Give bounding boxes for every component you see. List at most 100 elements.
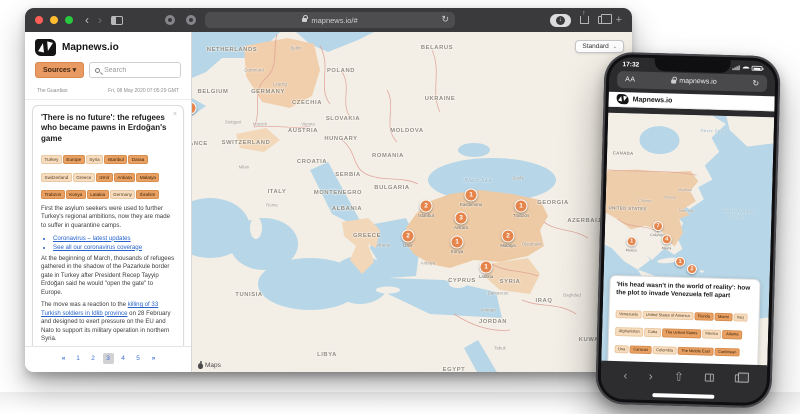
- news-marker[interactable]: 1: [515, 200, 528, 213]
- tag-chip[interactable]: Ankara: [114, 173, 136, 182]
- tag-chip[interactable]: The United States: [662, 329, 701, 338]
- pagination-first-button[interactable]: «: [58, 353, 69, 364]
- pagination-last-button[interactable]: »: [148, 353, 159, 364]
- page-button-5[interactable]: 5: [133, 353, 144, 364]
- news-marker[interactable]: 2: [420, 200, 433, 213]
- tag-chip[interactable]: Syria: [86, 155, 103, 164]
- country-label: NETHERLANDS: [207, 47, 257, 53]
- tag-chip[interactable]: Istanbul: [104, 155, 127, 164]
- tag-chip[interactable]: The Middle East: [677, 347, 713, 356]
- news-marker[interactable]: 4: [662, 234, 672, 244]
- page-button-3[interactable]: 3: [103, 353, 114, 364]
- map-attribution: Maps: [198, 362, 221, 369]
- tag-chip[interactable]: Switzerland: [41, 173, 72, 182]
- phone-article-title: 'His head wasn't in the world of reality…: [616, 281, 753, 301]
- forward-button[interactable]: ›: [649, 370, 653, 382]
- page-button-4[interactable]: 4: [118, 353, 129, 364]
- tabs-icon[interactable]: [735, 374, 744, 382]
- news-marker[interactable]: 2: [402, 230, 415, 243]
- city-label: Dortmund: [244, 68, 263, 73]
- tag-chip[interactable]: United States of America: [642, 310, 693, 320]
- sidebar-toggle-icon[interactable]: [111, 16, 123, 25]
- zoom-window-button[interactable]: [65, 16, 73, 24]
- phone-address-bar[interactable]: AA mapnews.io ↻: [617, 71, 767, 92]
- article-link[interactable]: See all our coronavirus coverage: [53, 244, 142, 251]
- phone-reload-icon[interactable]: ↻: [752, 79, 759, 88]
- city-label: Damascus: [488, 291, 509, 296]
- news-marker[interactable]: 1: [675, 257, 685, 267]
- tag-chip[interactable]: Ibrahim: [136, 190, 158, 199]
- tag-chip[interactable]: Colombia: [653, 346, 677, 355]
- share-icon[interactable]: ⇧: [674, 371, 684, 383]
- close-icon[interactable]: ×: [173, 111, 177, 118]
- country-label: MONTENEGRO: [314, 190, 362, 196]
- tag-chip[interactable]: Europe: [63, 155, 85, 164]
- extension-icon[interactable]: [186, 15, 196, 25]
- tag-chip[interactable]: Cuba: [644, 328, 661, 337]
- city-label: Stuttgart: [225, 120, 242, 125]
- tag-chip[interactable]: Afghanistan: [615, 327, 643, 336]
- tag-chip[interactable]: Mexico: [702, 330, 722, 339]
- news-marker[interactable]: 1: [451, 236, 464, 249]
- tag-chip[interactable]: Izmir: [96, 173, 113, 182]
- close-window-button[interactable]: [35, 16, 43, 24]
- signal-icon: [732, 65, 740, 70]
- bookmarks-icon[interactable]: [705, 374, 714, 382]
- tag-chip[interactable]: Greece: [73, 173, 95, 182]
- tag-chip[interactable]: Daraa: [128, 155, 148, 164]
- tag-chip[interactable]: Latakia: [87, 190, 109, 199]
- news-sidebar: Mapnews.io Sources ▾ The Guardian Fri, 0…: [25, 32, 192, 372]
- tag-chip[interactable]: Malatya: [136, 173, 159, 182]
- news-marker[interactable]: 1: [627, 236, 637, 246]
- back-button[interactable]: ‹: [85, 14, 89, 26]
- share-icon[interactable]: [580, 16, 589, 24]
- privacy-badge-icon[interactable]: [165, 15, 175, 25]
- tag-chip[interactable]: Turkey: [41, 155, 62, 164]
- tag-chip[interactable]: Caracas: [630, 345, 652, 354]
- tag-chip[interactable]: Venezuela: [616, 310, 642, 319]
- tag-chip[interactable]: Trabzon: [41, 190, 65, 199]
- article-link[interactable]: Coronavirus – latest updates: [53, 235, 131, 242]
- news-marker[interactable]: 1: [480, 261, 493, 274]
- new-tab-button[interactable]: +: [616, 15, 622, 26]
- tag-chip[interactable]: Germany: [110, 190, 136, 199]
- pagination-bar: « 12345 »: [25, 346, 191, 372]
- country-label: JORDAN: [479, 319, 507, 325]
- news-marker[interactable]: 2: [502, 230, 515, 243]
- news-marker[interactable]: 7: [653, 221, 663, 231]
- page-button-2[interactable]: 2: [88, 353, 99, 364]
- reader-button[interactable]: AA: [625, 76, 636, 83]
- forward-button[interactable]: ›: [98, 14, 102, 26]
- tag-chip[interactable]: Florida: [694, 312, 713, 321]
- reload-icon[interactable]: ↻: [441, 14, 449, 25]
- tag-chip[interactable]: Atlanta: [722, 330, 742, 339]
- back-button[interactable]: ‹: [623, 369, 627, 381]
- news-marker[interactable]: 3: [455, 212, 468, 225]
- map-overlay: NETHERLANDSBELGIUMGERMANYPOLANDBELARUSCZ…: [192, 32, 632, 372]
- city-label: Toronto: [664, 195, 676, 199]
- search-input[interactable]: [104, 67, 175, 74]
- country-label: BELARUS: [421, 45, 453, 51]
- apple-icon: [198, 363, 203, 369]
- news-marker[interactable]: 1: [465, 189, 478, 202]
- address-bar[interactable]: mapnews.io/# ↻: [205, 12, 455, 28]
- downloads-button[interactable]: ↓: [550, 14, 571, 27]
- map-pane[interactable]: NETHERLANDSBELGIUMGERMANYPOLANDBELARUSCZ…: [192, 32, 632, 372]
- news-marker[interactable]: 2: [687, 264, 697, 274]
- tag-chip[interactable]: Iraq: [733, 313, 747, 322]
- country-label: ALBANIA: [332, 206, 362, 212]
- tag-chip[interactable]: Miami: [714, 312, 732, 321]
- page-button-1[interactable]: 1: [73, 353, 84, 364]
- sources-dropdown-button[interactable]: Sources ▾: [35, 62, 84, 78]
- country-label: SLOVAKIA: [326, 116, 360, 122]
- tag-chip[interactable]: Caribbean: [714, 348, 740, 357]
- country-label: BELGIUM: [198, 89, 229, 95]
- search-box[interactable]: [89, 62, 181, 78]
- tag-chip[interactable]: Konya: [66, 190, 86, 199]
- news-marker[interactable]: 1: [192, 102, 197, 115]
- minimize-window-button[interactable]: [50, 16, 58, 24]
- article-tags: TurkeyEuropeSyriaIstanbulDaraa Switzerlan…: [41, 148, 175, 201]
- tab-overview-icon[interactable]: [598, 16, 607, 24]
- tag-chip[interactable]: Usa: [615, 345, 629, 354]
- city-label: Sochi: [513, 176, 524, 181]
